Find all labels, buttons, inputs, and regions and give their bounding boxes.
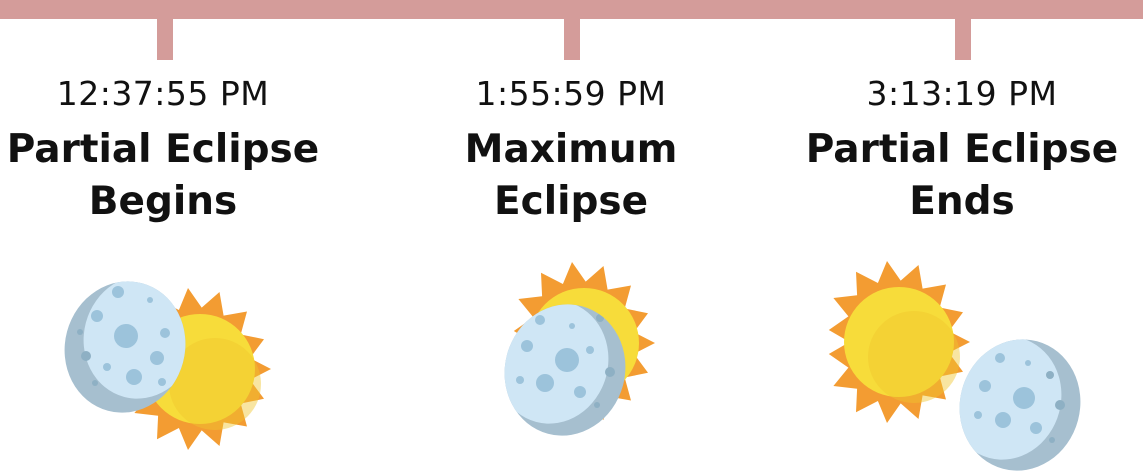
- moon-partially-covering-sun-icon: [55, 270, 271, 450]
- eclipse-illustrations: [55, 261, 1096, 475]
- moon-covering-sun-icon: [495, 262, 655, 450]
- moon-leaving-sun-icon: [828, 261, 1096, 475]
- sun-shade: [868, 311, 960, 403]
